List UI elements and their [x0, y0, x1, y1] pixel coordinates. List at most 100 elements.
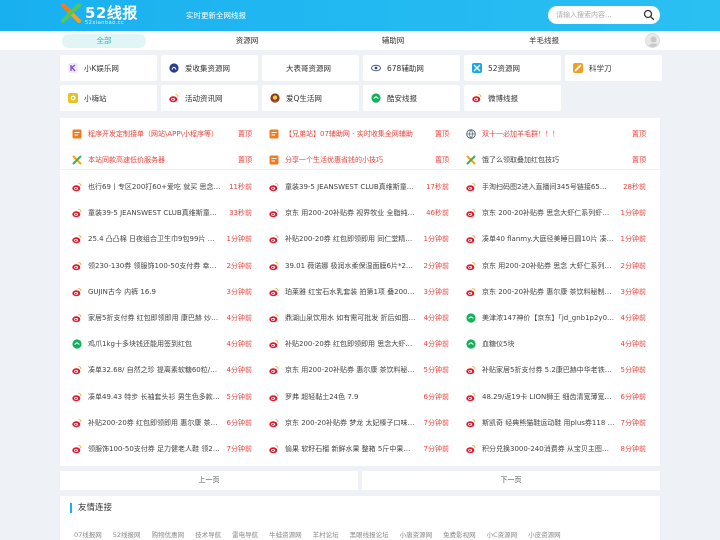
friend-link[interactable]: 小皮资源网 — [528, 529, 561, 539]
friend-link[interactable]: 小C资源网 — [487, 529, 518, 539]
post-title[interactable]: 分享一个生活优惠省钱的小技巧 — [285, 155, 430, 165]
prev-page-button[interactable]: 上一页 — [60, 471, 358, 490]
post-title[interactable]: 罗弗 超轻黏土24色 7.9 — [285, 392, 419, 402]
post-title[interactable]: 也行69丨专区200打60+爱吃 就买 思念… — [88, 182, 224, 192]
post-title[interactable]: 童装39-5 JEANSWEST CLUB真维斯童… — [285, 182, 421, 192]
list-item[interactable]: 童装39-5 JEANSWEST CLUB真维斯童… 17秒前 — [257, 174, 449, 200]
quick-link-5[interactable]: 科学刀 — [565, 55, 662, 81]
list-item[interactable]: 48.29/返19卡 LION狮王 细齿清宽薄宽… 6分钟前 — [454, 384, 646, 410]
quick-link-4[interactable]: 52资源网 — [464, 55, 561, 81]
post-title[interactable]: 京东 用200-20补贴券 视界牧业 全脂纯… — [285, 208, 421, 218]
list-item[interactable]: 凑单49.43 特步 长袖套头衫 男生色多款… 5分钟前 — [60, 384, 252, 410]
list-item[interactable]: 鼎湖山泉饮用水 如有需可批发 折后如图… 4分钟前 — [257, 305, 449, 331]
list-item[interactable]: 愉果 软籽石榴 新鲜水果 整箱 5斤中果… 7分钟前 — [257, 436, 449, 462]
nav-item-assist[interactable]: 辅助网 — [351, 34, 435, 48]
search-icon[interactable] — [643, 9, 655, 21]
post-title[interactable]: 39.01 薇诺娜 极润水柔保湿面膜6片*2盒… — [285, 261, 419, 271]
post-title[interactable]: 补贴200-20券 红包即领即用 同仁堂精… — [285, 234, 419, 244]
post-title[interactable]: 25.4 凸凸棉 日夜组合卫生巾9包99片 需… — [88, 234, 222, 244]
post-title[interactable]: 领230-130券 领服饰100-50支付券 幸福… — [88, 261, 222, 271]
site-logo[interactable]: 52线报 52xianbao.cc — [60, 2, 138, 26]
post-title[interactable]: 饿了么领取叠加红包技巧 — [482, 155, 627, 165]
list-item[interactable]: 京东 用200-20补贴券 思念 大虾仁系列… 2分钟前 — [454, 253, 646, 279]
post-title[interactable]: 手淘扫码图2进入直播间345号链接65… — [482, 182, 618, 192]
list-item[interactable]: 京东 用200-20补贴券 视界牧业 全脂纯… 46秒前 — [257, 200, 449, 226]
post-title[interactable]: 家居5折支付券 红包即领即用 康巴赫 炒… — [88, 313, 222, 323]
list-item[interactable]: 凑单40 flanmy.大庭径美睡日圆10片 凑… 1分钟前 — [454, 226, 646, 252]
list-item[interactable]: 童装39-5 JEANSWEST CLUB真维斯童… 33秒前 — [60, 200, 252, 226]
list-item[interactable]: 25.4 凸凸棉 日夜组合卫生巾9包99片 需… 1分钟前 — [60, 226, 252, 252]
list-item[interactable]: 手淘扫码图2进入直播间345号链接65… 28秒前 — [454, 174, 646, 200]
list-item[interactable]: 京东 200-20补贴券 惠尔康 茶饮料秘制… 3分钟前 — [454, 279, 646, 305]
nav-item-resources[interactable]: 资源网 — [205, 34, 289, 48]
quick-link-1[interactable]: 爱收集资源网 — [161, 55, 258, 81]
friend-link[interactable]: 雷电导航 — [232, 529, 258, 539]
list-item[interactable]: 补贴200-20券 红包即领即用 思念大虾… 4分钟前 — [257, 331, 449, 357]
list-item[interactable]: 京东 200-20补贴券 梦龙 太妃榛子口味… 7分钟前 — [257, 410, 449, 436]
list-item[interactable]: 凑单32.68/ 自然之珍 提离素软糖60粒/… 4分钟前 — [60, 357, 252, 383]
post-title[interactable]: 童装39-5 JEANSWEST CLUB真维斯童… — [88, 208, 224, 218]
friend-link[interactable]: 牛蛙资源网 — [269, 529, 302, 539]
list-item[interactable]: 珀莱雅 红宝石水乳套装 拍第1项 叠200… 3分钟前 — [257, 279, 449, 305]
list-item[interactable]: 美津浓147神价【京东】「jd_gnb1p2y0… 4分钟前 — [454, 305, 646, 331]
friend-link[interactable]: 免费影视网 — [443, 529, 476, 539]
friend-link[interactable]: 羊村论坛 — [313, 529, 339, 539]
quick-link-3[interactable]: 678辅助网 — [363, 55, 460, 81]
list-item[interactable]: 领服饰100-50支付券 足力健老人鞋 领2… 7分钟前 — [60, 436, 252, 462]
quick-link-0[interactable]: 小K娱乐网 — [60, 55, 157, 81]
post-title[interactable]: 鼎湖山泉饮用水 如有需可批发 折后如图… — [285, 313, 419, 323]
quick-link-9[interactable]: 酷安线报 — [363, 85, 460, 111]
list-item[interactable]: 京东 200-20补贴券 思念大虾仁系列虾… 1分钟前 — [454, 200, 646, 226]
post-title[interactable]: 积分兑换3000-240消费券 从宝贝主图进… — [482, 444, 616, 454]
quick-link-10[interactable]: 微博线报 — [464, 85, 561, 111]
post-title[interactable]: 凑单32.68/ 自然之珍 提离素软糖60粒/… — [88, 365, 222, 375]
post-title[interactable]: 珀莱雅 红宝石水乳套装 拍第1项 叠200… — [285, 287, 419, 297]
friend-link[interactable]: 07线报网 — [74, 529, 102, 539]
post-title[interactable]: 补贴家居5折支付券 5.2康巴赫中华老铁… — [482, 365, 616, 375]
nav-item-deals[interactable]: 羊毛线报 — [502, 34, 586, 48]
post-title[interactable]: 双十一必加羊毛群！！！ — [482, 129, 627, 139]
list-item[interactable]: GUJIN古今 内裤 16.9 3分钟前 — [60, 279, 252, 305]
search-input[interactable] — [556, 9, 641, 21]
list-item[interactable]: 领230-130券 领服饰100-50支付券 幸福… 2分钟前 — [60, 253, 252, 279]
list-item[interactable]: 也行69丨专区200打60+爱吃 就买 思念… 11秒前 — [60, 174, 252, 200]
post-title[interactable]: 京东 200-20补贴券 思念大虾仁系列虾… — [482, 208, 616, 218]
friend-link[interactable]: 小唐资源网 — [400, 529, 433, 539]
list-item[interactable]: 补贴家居5折支付券 5.2康巴赫中华老铁… 5分钟前 — [454, 357, 646, 383]
post-title[interactable]: 血糖仪5块 — [482, 339, 616, 349]
friend-link[interactable]: 技术导航 — [195, 529, 221, 539]
post-title[interactable]: GUJIN古今 内裤 16.9 — [88, 287, 222, 297]
list-item[interactable]: 京东 用200-20补贴券 惠尔康 茶饮料秘… 5分钟前 — [257, 357, 449, 383]
post-title[interactable]: 京东 200-20补贴券 梦龙 太妃榛子口味… — [285, 418, 419, 428]
list-item[interactable]: 血糖仪5块 4分钟前 — [454, 331, 646, 357]
post-title[interactable]: 领服饰100-50支付券 足力健老人鞋 领2… — [88, 444, 222, 454]
avatar[interactable] — [645, 33, 660, 48]
friend-link[interactable]: 黑眼线报论坛 — [350, 529, 389, 539]
list-item[interactable]: 罗弗 超轻黏土24色 7.9 6分钟前 — [257, 384, 449, 410]
list-item[interactable]: 家居5折支付券 红包即领即用 康巴赫 炒… 4分钟前 — [60, 305, 252, 331]
next-page-button[interactable]: 下一页 — [362, 471, 660, 490]
post-title[interactable]: 京东 200-20补贴券 惠尔康 茶饮料秘制… — [482, 287, 616, 297]
post-title[interactable]: 补贴200-20券 红包即领即用 惠尔康 茶… — [88, 418, 222, 428]
list-item[interactable]: 积分兑换3000-240消费券 从宝贝主图进… 8分钟前 — [454, 436, 646, 462]
post-title[interactable]: 鸡爪1kg十多块钱还能用签到红包 — [88, 339, 222, 349]
post-title[interactable]: 48.29/返19卡 LION狮王 细齿清宽薄宽… — [482, 392, 616, 402]
nav-item-all[interactable]: 全部 — [62, 34, 146, 48]
friend-link[interactable]: 52线报网 — [113, 529, 141, 539]
list-item[interactable]: 鸡爪1kg十多块钱还能用签到红包 4分钟前 — [60, 331, 252, 357]
list-item[interactable]: 39.01 薇诺娜 极润水柔保湿面膜6片*2盒… 2分钟前 — [257, 253, 449, 279]
list-item[interactable]: 补贴200-20券 红包即领即用 同仁堂精… 1分钟前 — [257, 226, 449, 252]
friend-link[interactable]: 购物优惠网 — [152, 529, 185, 539]
post-title[interactable]: 凑单40 flanmy.大庭径美睡日圆10片 凑… — [482, 234, 616, 244]
list-item[interactable]: 斯凯奇 经典熊猫鞋运动鞋 用plus券118 … 7分钟前 — [454, 410, 646, 436]
pinned-post[interactable]: 【兄弟站】07辅助网 - 实时收集全网辅助 置顶 — [257, 121, 449, 147]
pinned-post[interactable]: 程序开发定制接单（网站\APP\小程序等） 置顶 — [60, 121, 252, 147]
post-title[interactable]: 愉果 软籽石榴 新鲜水果 整箱 5斤中果… — [285, 444, 419, 454]
list-item[interactable]: 补贴200-20券 红包即领即用 惠尔康 茶… 6分钟前 — [60, 410, 252, 436]
post-title[interactable]: 凑单49.43 特步 长袖套头衫 男生色多款… — [88, 392, 222, 402]
post-title[interactable]: 补贴200-20券 红包即领即用 思念大虾… — [285, 339, 419, 349]
quick-link-6[interactable]: 小嗨站 — [60, 85, 157, 111]
quick-link-7[interactable]: 活动资讯网 — [161, 85, 258, 111]
pinned-post[interactable]: 双十一必加羊毛群！！！ 置顶 — [454, 121, 646, 147]
post-title[interactable]: 京东 用200-20补贴券 惠尔康 茶饮料秘… — [285, 365, 419, 375]
